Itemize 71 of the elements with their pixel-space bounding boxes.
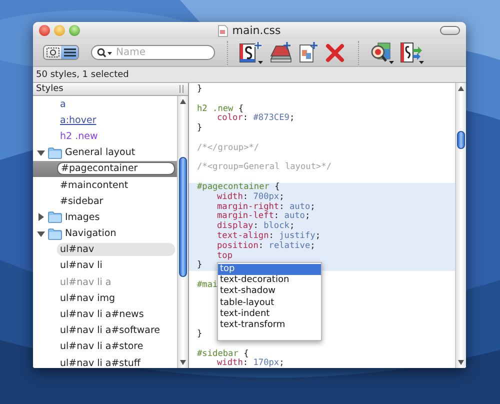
list-view-button[interactable] <box>61 46 78 59</box>
code-line: #sidebar { <box>197 348 249 359</box>
new-style-button[interactable] <box>238 40 264 64</box>
style-item[interactable]: a <box>57 98 69 111</box>
scroll-up-arrow-icon[interactable] <box>458 86 464 91</box>
document-icon <box>218 24 228 36</box>
window-title: main.css <box>232 24 281 37</box>
scroll-thumb[interactable] <box>179 157 187 277</box>
code-line: } <box>197 328 202 339</box>
scroll-thumb[interactable] <box>457 131 465 149</box>
code-line: position: relative; <box>216 240 316 251</box>
code-line: color: #873CE9; <box>216 113 295 124</box>
search-field[interactable]: Name <box>91 45 215 60</box>
code-line: } <box>197 260 202 270</box>
disclosure-triangle-icon[interactable] <box>37 230 45 238</box>
toolbar-toggle-button[interactable] <box>440 26 460 35</box>
group-label[interactable]: General layout <box>65 147 136 158</box>
scroll-down-arrow-icon[interactable] <box>180 360 186 365</box>
code-line: width: 700px; <box>216 192 284 202</box>
completion-item[interactable]: text-decoration <box>218 275 321 286</box>
disclosure-triangle-icon[interactable] <box>37 148 45 157</box>
completion-item[interactable]: table-layout <box>218 298 321 309</box>
style-item[interactable]: ul#nav <box>57 243 175 256</box>
code-line: } <box>197 123 202 134</box>
scroll-up-arrow-icon[interactable] <box>180 99 186 104</box>
duplicate-button[interactable] <box>298 40 320 64</box>
scrollbar[interactable] <box>177 96 188 368</box>
folder-icon <box>48 146 62 159</box>
style-item[interactable]: ul#nav li <box>57 259 106 272</box>
code-line: } <box>197 84 202 94</box>
group-label[interactable]: Images <box>65 212 100 223</box>
preview-button[interactable] <box>369 40 395 64</box>
code-line: /*</group>*/ <box>197 142 260 153</box>
completion-item[interactable]: text-transform <box>218 320 321 332</box>
style-item[interactable]: #pagecontainer <box>57 162 175 176</box>
completion-item[interactable]: text-indent <box>218 308 321 320</box>
scroll-down-arrow-icon[interactable] <box>458 360 464 365</box>
code-line: top <box>216 250 233 261</box>
disclosure-triangle-icon[interactable] <box>37 213 45 222</box>
style-item[interactable]: ul#nav img <box>57 292 118 305</box>
completion-item[interactable]: text-shadow <box>218 286 321 298</box>
style-item[interactable]: h2 .new <box>57 130 101 143</box>
completion-item[interactable]: top <box>218 264 321 276</box>
code-line: display: block; <box>216 221 295 232</box>
column-header: Styles <box>36 84 64 94</box>
code-line: margin-left: auto; <box>216 211 310 222</box>
scrollbar[interactable] <box>455 83 466 368</box>
group-label[interactable]: Navigation <box>65 228 116 240</box>
code-line: h2 .new { <box>197 104 244 114</box>
style-item[interactable]: ul#nav li a#software <box>57 324 163 338</box>
export-button[interactable] <box>399 40 425 64</box>
code-line: text-align: justify; <box>216 230 321 241</box>
folder-icon <box>48 228 62 240</box>
code-line: /*<group=General layout>*/ <box>197 162 332 172</box>
new-group-button[interactable] <box>268 40 294 64</box>
code-line: #pagecontainer { <box>197 182 280 192</box>
style-item[interactable]: ul#nav li a#news <box>57 308 147 322</box>
style-item[interactable]: #maincontent <box>57 178 132 192</box>
close-button[interactable] <box>39 25 50 36</box>
code-line: margin-right: auto; <box>216 202 316 212</box>
style-item[interactable]: #sidebar <box>57 194 106 208</box>
splitter-handle-icon[interactable] <box>179 85 184 93</box>
search-icon[interactable] <box>97 48 113 58</box>
style-item[interactable]: a:hover <box>57 114 100 127</box>
style-item[interactable]: ul#nav li a#store <box>57 340 146 354</box>
code-line: #mai <box>197 280 218 290</box>
folder-icon <box>48 211 62 224</box>
style-item[interactable]: ul#nav li a#stuff <box>57 356 144 368</box>
icon-view-button[interactable] <box>44 46 61 59</box>
code-line: width: 170px; <box>216 358 284 368</box>
status-text: 50 styles, 1 selected <box>36 70 129 80</box>
